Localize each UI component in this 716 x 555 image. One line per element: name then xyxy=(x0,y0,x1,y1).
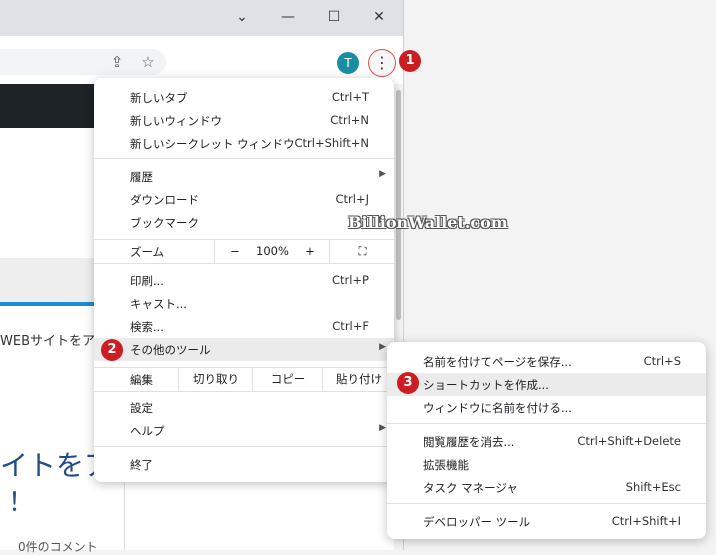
menu-item-cast[interactable]: キャスト... xyxy=(94,292,394,315)
copy-button[interactable]: コピー xyxy=(252,368,323,391)
zoom-out-button[interactable]: − xyxy=(214,240,255,263)
bookmark-star-icon[interactable]: ☆ xyxy=(138,52,158,72)
edit-row: 編集 切り取り コピー 貼り付け xyxy=(94,367,394,392)
site-nav-row xyxy=(0,258,96,302)
menu-item-more-tools[interactable]: その他のツール ▶ xyxy=(94,338,394,361)
step-badge-3: 3 xyxy=(397,372,419,394)
menu-item-find[interactable]: 検索... Ctrl+F xyxy=(94,315,394,338)
share-icon[interactable]: ⇪ xyxy=(107,52,127,72)
paste-button[interactable]: 貼り付け xyxy=(322,368,395,391)
submenu-arrow-icon: ▶ xyxy=(379,169,386,179)
menu-separator xyxy=(387,503,706,504)
menu-item-downloads[interactable]: ダウンロード Ctrl+J xyxy=(94,188,394,211)
title-bar: ⌄ — ☐ ✕ xyxy=(0,0,403,36)
maximize-button[interactable]: ☐ xyxy=(320,6,348,28)
zoom-level: 100% xyxy=(256,244,289,258)
page-text-web: WEBサイトをア xyxy=(0,334,95,349)
submenu-arrow-icon: ▶ xyxy=(379,342,386,352)
cut-button[interactable]: 切り取り xyxy=(178,368,253,391)
submenu-item-task-manager[interactable]: タスク マネージャ Shift+Esc xyxy=(387,476,706,499)
submenu-item-clear-history[interactable]: 閲覧履歴を消去... Ctrl+Shift+Delete xyxy=(387,430,706,453)
comment-count[interactable]: 0件のコメント xyxy=(18,538,98,555)
minimize-button[interactable]: — xyxy=(274,6,302,28)
submenu-item-devtools[interactable]: デベロッパー ツール Ctrl+Shift+I xyxy=(387,510,706,533)
menu-item-new-tab[interactable]: 新しいタブ Ctrl+T xyxy=(94,86,394,109)
submenu-item-name-window[interactable]: ウィンドウに名前を付ける... xyxy=(387,396,706,419)
tab-search-icon[interactable]: ⌄ xyxy=(228,6,256,28)
step-badge-1: 1 xyxy=(399,50,421,72)
menu-separator xyxy=(94,158,394,159)
menu-item-exit[interactable]: 終了 xyxy=(94,453,394,476)
menu-separator xyxy=(94,446,394,447)
watermark: BillionWallet.com xyxy=(348,213,508,232)
zoom-label: ズーム xyxy=(130,245,165,259)
zoom-in-button[interactable]: + xyxy=(291,240,329,263)
step-badge-2: 2 xyxy=(101,339,123,361)
menu-item-print[interactable]: 印刷... Ctrl+P xyxy=(94,269,394,292)
site-header-bar xyxy=(0,84,96,128)
menu-item-help[interactable]: ヘルプ ▶ xyxy=(94,419,394,442)
page-heading-line2: ！ xyxy=(8,488,35,518)
scrollbar-thumb[interactable] xyxy=(396,90,401,320)
profile-avatar[interactable]: T xyxy=(337,52,359,74)
menu-item-settings[interactable]: 設定 xyxy=(94,396,394,419)
zoom-row: ズーム − 100% + ⛶ xyxy=(94,239,394,264)
menu-separator xyxy=(387,423,706,424)
submenu-item-create-shortcut[interactable]: ショートカットを作成... xyxy=(387,373,706,396)
menu-item-new-window[interactable]: 新しいウィンドウ Ctrl+N xyxy=(94,109,394,132)
divider xyxy=(124,470,125,550)
submenu-item-save-page[interactable]: 名前を付けてページを保存... Ctrl+S xyxy=(387,350,706,373)
chrome-main-menu: 新しいタブ Ctrl+T 新しいウィンドウ Ctrl+N 新しいシークレット ウィン… xyxy=(94,78,394,482)
submenu-arrow-icon: ▶ xyxy=(379,423,386,433)
menu-item-history[interactable]: 履歴 ▶ xyxy=(94,165,394,188)
chrome-menu-button[interactable]: ⋮ xyxy=(368,49,396,77)
fullscreen-icon[interactable]: ⛶ xyxy=(329,240,395,263)
close-button[interactable]: ✕ xyxy=(365,6,393,28)
more-tools-submenu: 名前を付けてページを保存... Ctrl+S ショートカットを作成... ウィンド… xyxy=(387,342,706,539)
edit-label: 編集 xyxy=(130,373,153,387)
site-accent-bar xyxy=(0,302,96,306)
menu-item-incognito[interactable]: 新しいシークレット ウィンドウ Ctrl+Shift+N xyxy=(94,132,394,155)
submenu-item-extensions[interactable]: 拡張機能 xyxy=(387,453,706,476)
